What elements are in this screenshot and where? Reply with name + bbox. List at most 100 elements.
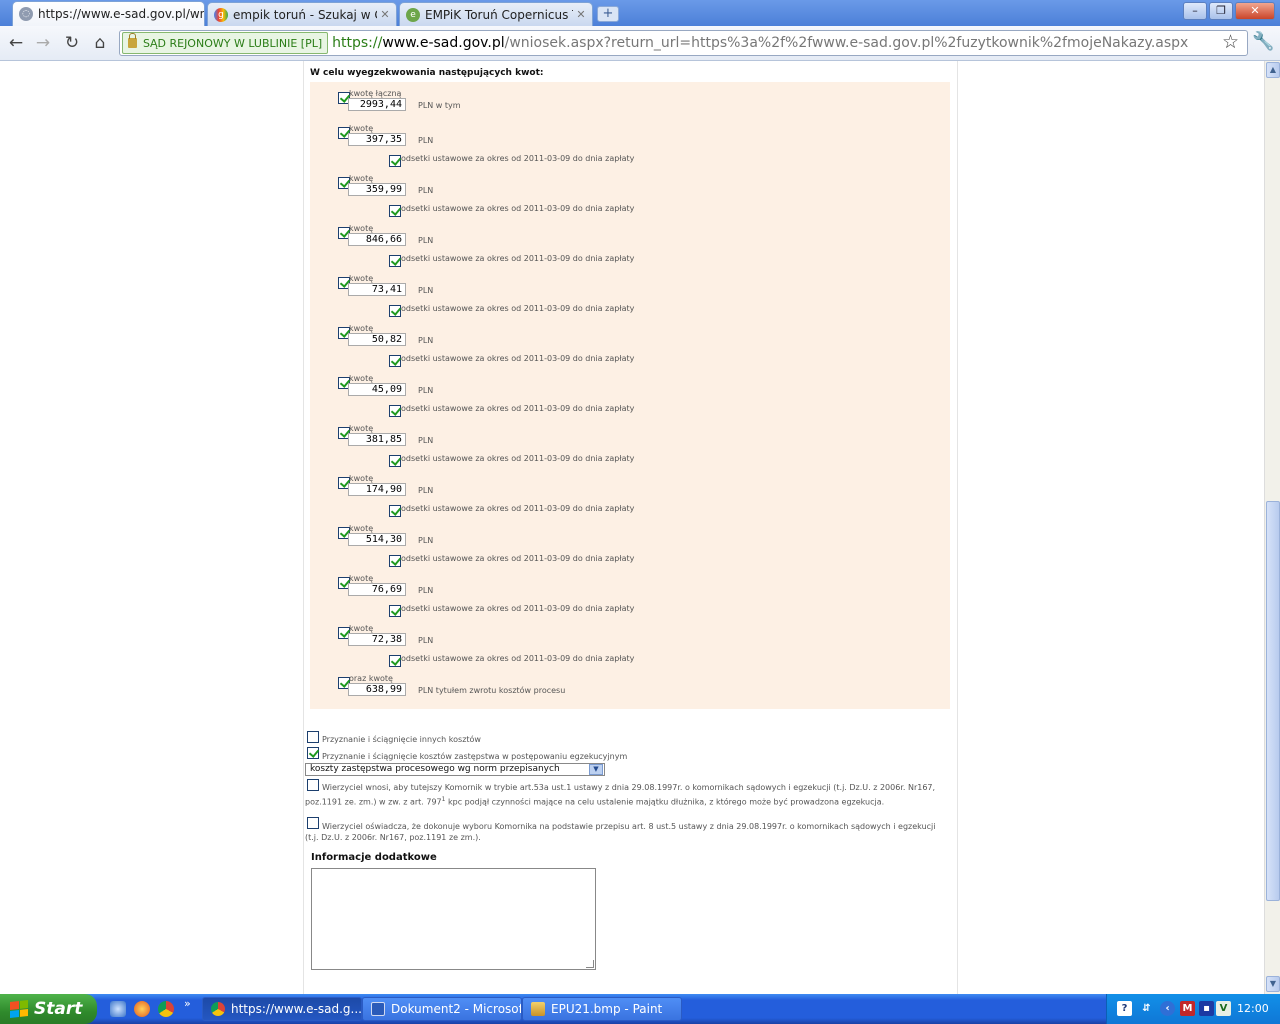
tab-label: https://www.e-sad.gov.pl/wni [38, 7, 204, 21]
quicklaunch-more-icon[interactable]: » [184, 997, 191, 1010]
interest-checkbox[interactable] [389, 305, 401, 317]
show-desktop-icon[interactable] [110, 1001, 126, 1017]
amount-field[interactable]: 381,85 [348, 433, 406, 446]
amount-label: kwotę [349, 224, 374, 233]
chrome-icon[interactable] [158, 1001, 174, 1017]
amount-field[interactable]: 72,38 [348, 633, 406, 646]
browser-toolbar: ← → ↻ ⌂ SĄD REJONOWY W LUBLINIE [PL] htt… [0, 26, 1280, 61]
select-value: koszty zastępstwa procesowego wg norm pr… [310, 764, 560, 774]
interest-checkbox[interactable] [389, 155, 401, 167]
tray-chevron-icon[interactable]: ‹ [1160, 1001, 1175, 1016]
amount-field[interactable]: 45,09 [348, 383, 406, 396]
back-icon[interactable]: ← [4, 32, 28, 54]
network-icon[interactable]: ⇵ [1139, 1001, 1154, 1016]
minimize-icon[interactable]: – [1183, 2, 1207, 20]
url-path: /wniosek.aspx?return_url=https%3a%2f%2fw… [504, 35, 1189, 51]
interest-label: odsetki ustawowe za okres od 2011-03-09 … [401, 654, 635, 663]
amount-label: kwotę [349, 124, 374, 133]
amount-field[interactable]: 846,66 [348, 233, 406, 246]
amount-unit: PLN [418, 136, 434, 145]
home-icon[interactable]: ⌂ [88, 32, 112, 54]
total-amount-field[interactable]: 2993,44 [348, 98, 406, 111]
restore-icon[interactable]: ❐ [1209, 2, 1233, 20]
interest-checkbox[interactable] [389, 455, 401, 467]
costs-unit: PLN tytułem zwrotu kosztów procesu [418, 686, 566, 695]
close-tab-icon[interactable]: ✕ [573, 8, 589, 21]
close-tab-icon[interactable]: ✕ [377, 8, 393, 21]
close-window-icon[interactable]: ✕ [1235, 2, 1275, 20]
tab-google-search[interactable]: g empik toruń - Szukaj w Google ✕ [207, 2, 397, 26]
chevron-down-icon[interactable]: ▼ [589, 764, 603, 775]
paint-icon [531, 1002, 545, 1016]
amount-label: kwotę [349, 374, 374, 383]
scroll-down-icon[interactable]: ▼ [1266, 976, 1280, 992]
vertical-scrollbar[interactable]: ▲ ▼ [1264, 61, 1280, 994]
empik-icon: e [406, 7, 420, 22]
interest-checkbox[interactable] [389, 655, 401, 667]
amount-field[interactable]: 174,90 [348, 483, 406, 496]
costs-amount-field[interactable]: 638,99 [348, 683, 406, 696]
additional-info-textarea[interactable] [311, 868, 596, 970]
amount-unit: PLN [418, 186, 434, 195]
interest-checkbox[interactable] [389, 555, 401, 567]
representation-costs-select[interactable]: koszty zastępstwa procesowego wg norm pr… [305, 763, 605, 776]
antivirus-icon[interactable]: M [1180, 1001, 1195, 1016]
amount-label: kwotę [349, 474, 374, 483]
star-icon[interactable]: ☆ [1222, 31, 1239, 53]
ev-certificate-badge[interactable]: SĄD REJONOWY W LUBLINIE [PL] [122, 32, 329, 54]
amount-field[interactable]: 397,35 [348, 133, 406, 146]
amount-field[interactable]: 76,69 [348, 583, 406, 596]
wrench-icon[interactable]: 🔧 [1252, 31, 1274, 52]
start-button[interactable]: Start [0, 994, 97, 1024]
total-amount-label: kwotę łączną [349, 89, 402, 98]
vc-icon[interactable]: V [1216, 1001, 1231, 1016]
globe-icon: ◌ [19, 7, 33, 21]
bailiff-choice-checkbox[interactable] [307, 817, 319, 829]
help-icon[interactable]: ? [1117, 1001, 1132, 1016]
url-scheme: https:// [332, 35, 383, 51]
amount-label: kwotę [349, 274, 374, 283]
ev-label: SĄD REJONOWY W LUBLINIE [PL] [143, 36, 323, 50]
taskbar-item-paint[interactable]: EPU21.bmp - Paint [522, 997, 682, 1021]
bailiff-search-line2: poz.1191 ze. zm.) w zw. z art. 7971 kpc … [305, 794, 884, 809]
interest-checkbox[interactable] [389, 405, 401, 417]
amount-label: kwotę [349, 624, 374, 633]
scrollbar-thumb[interactable] [1266, 501, 1280, 901]
representation-costs-checkbox[interactable] [307, 747, 319, 759]
amount-unit: PLN [418, 636, 434, 645]
amount-field[interactable]: 514,30 [348, 533, 406, 546]
amount-field[interactable]: 359,99 [348, 183, 406, 196]
taskbar-item-chrome[interactable]: https://www.e-sad.g... [202, 997, 362, 1021]
other-costs-checkbox[interactable] [307, 731, 319, 743]
address-bar[interactable]: SĄD REJONOWY W LUBLINIE [PL] https://www… [119, 30, 1248, 56]
bailiff-search-checkbox[interactable] [307, 779, 319, 791]
forward-icon[interactable]: → [31, 32, 55, 54]
taskbar-item-label: https://www.e-sad.g... [231, 1002, 362, 1016]
resize-grip-icon[interactable] [586, 960, 594, 968]
amount-field[interactable]: 73,41 [348, 283, 406, 296]
start-label: Start [34, 999, 83, 1019]
amount-label: kwotę [349, 174, 374, 183]
firefox-icon[interactable] [134, 1001, 150, 1017]
taskbar-item-word[interactable]: Dokument2 - Microsof... [362, 997, 522, 1021]
tab-e-sad[interactable]: ◌ https://www.e-sad.gov.pl/wni [12, 1, 205, 26]
interest-checkbox[interactable] [389, 205, 401, 217]
taskbar-item-label: Dokument2 - Microsof... [391, 1002, 522, 1016]
interest-checkbox[interactable] [389, 605, 401, 617]
page-viewport: W celu wyegzekwowania następujących kwot… [0, 61, 1264, 994]
interest-checkbox[interactable] [389, 255, 401, 267]
amounts-panel [310, 82, 950, 709]
tab-empik[interactable]: e EMPiK Toruń Copernicus Toruń ✕ [399, 2, 593, 26]
google-icon: g [214, 7, 228, 22]
bailiff-search-text-a: poz.1191 ze. zm.) w zw. z art. 797 [305, 797, 442, 807]
additional-info-title: Informacje dodatkowe [311, 852, 437, 863]
scroll-up-icon[interactable]: ▲ [1266, 62, 1280, 78]
amount-field[interactable]: 50,82 [348, 333, 406, 346]
display-icon[interactable]: ▪ [1199, 1001, 1214, 1016]
tab-label: EMPiK Toruń Copernicus Toruń [425, 7, 573, 22]
interest-checkbox[interactable] [389, 355, 401, 367]
section-title: W celu wyegzekwowania następujących kwot… [310, 68, 544, 78]
new-tab-button[interactable]: + [597, 6, 619, 22]
reload-icon[interactable]: ↻ [60, 32, 84, 54]
interest-checkbox[interactable] [389, 505, 401, 517]
